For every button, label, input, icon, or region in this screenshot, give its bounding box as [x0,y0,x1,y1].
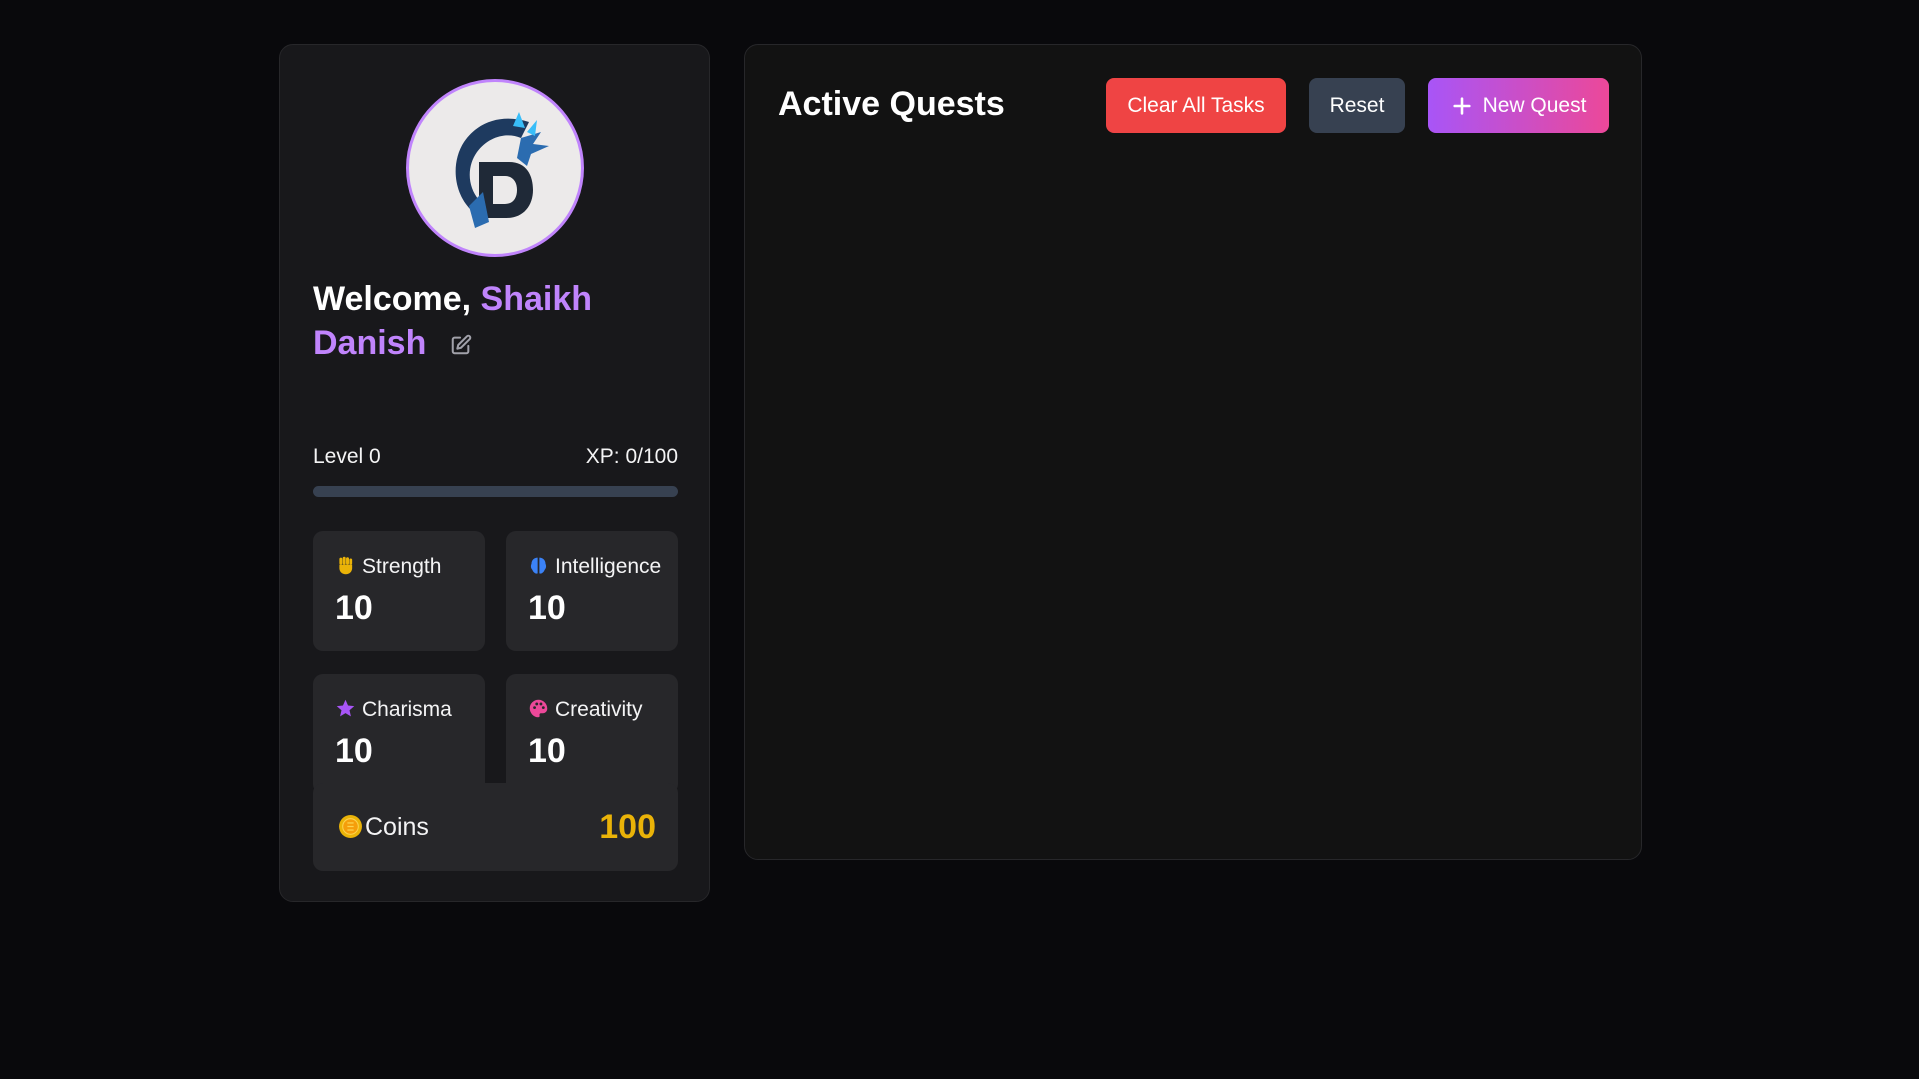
welcome-prefix: Welcome, [313,280,481,318]
xp-progress-bar [313,486,678,497]
stat-value: 10 [528,732,566,770]
stat-header: Strength [335,555,441,579]
palette-icon [529,699,548,718]
welcome-heading: Welcome, Shaikh Danish [313,277,673,365]
stat-header: Intelligence [528,555,661,579]
user-first-name: Shaikh [480,280,593,318]
coins-header: Coins [338,813,429,842]
stat-label: Charisma [362,698,452,721]
xp-label: XP: 0/100 [585,445,678,468]
clear-all-tasks-button[interactable]: Clear All Tasks [1106,78,1286,133]
profile-card: Welcome, Shaikh Danish Level 0 XP: 0/100… [279,44,710,902]
plus-icon [1451,95,1473,117]
page-title: Active Quests [778,85,1005,123]
reset-label: Reset [1329,93,1385,117]
brain-icon [530,557,547,574]
stat-label: Creativity [555,698,643,721]
stat-header: Charisma [335,698,452,722]
fist-icon [339,556,353,575]
reset-button[interactable]: Reset [1309,78,1405,133]
stat-card-intelligence: Intelligence 10 [506,531,678,651]
star-icon [336,699,355,717]
coins-panel: Coins 100 [313,783,678,871]
stat-label: Intelligence [555,555,662,578]
coin-icon [339,815,362,838]
avatar[interactable] [406,79,584,257]
coins-value: 100 [599,808,656,846]
dragon-logo-icon [455,112,549,228]
stat-value: 10 [335,589,373,627]
user-last-name: Danish [313,324,427,362]
level-row: Level 0 XP: 0/100 [313,445,678,469]
active-quests-panel: Active Quests Clear All Tasks Reset New … [744,44,1642,860]
new-quest-label: New Quest [1482,93,1587,117]
pencil-square-icon[interactable] [450,323,472,355]
clear-all-tasks-label: Clear All Tasks [1127,93,1265,117]
stat-card-charisma: Charisma 10 [313,674,485,794]
stat-label: Strength [362,555,442,578]
stat-card-creativity: Creativity 10 [506,674,678,794]
level-label: Level 0 [313,445,381,468]
stat-value: 10 [335,732,373,770]
coins-label: Coins [365,813,429,841]
stat-header: Creativity [528,698,643,722]
stat-card-strength: Strength 10 [313,531,485,651]
new-quest-button[interactable]: New Quest [1428,78,1609,133]
stat-value: 10 [528,589,566,627]
